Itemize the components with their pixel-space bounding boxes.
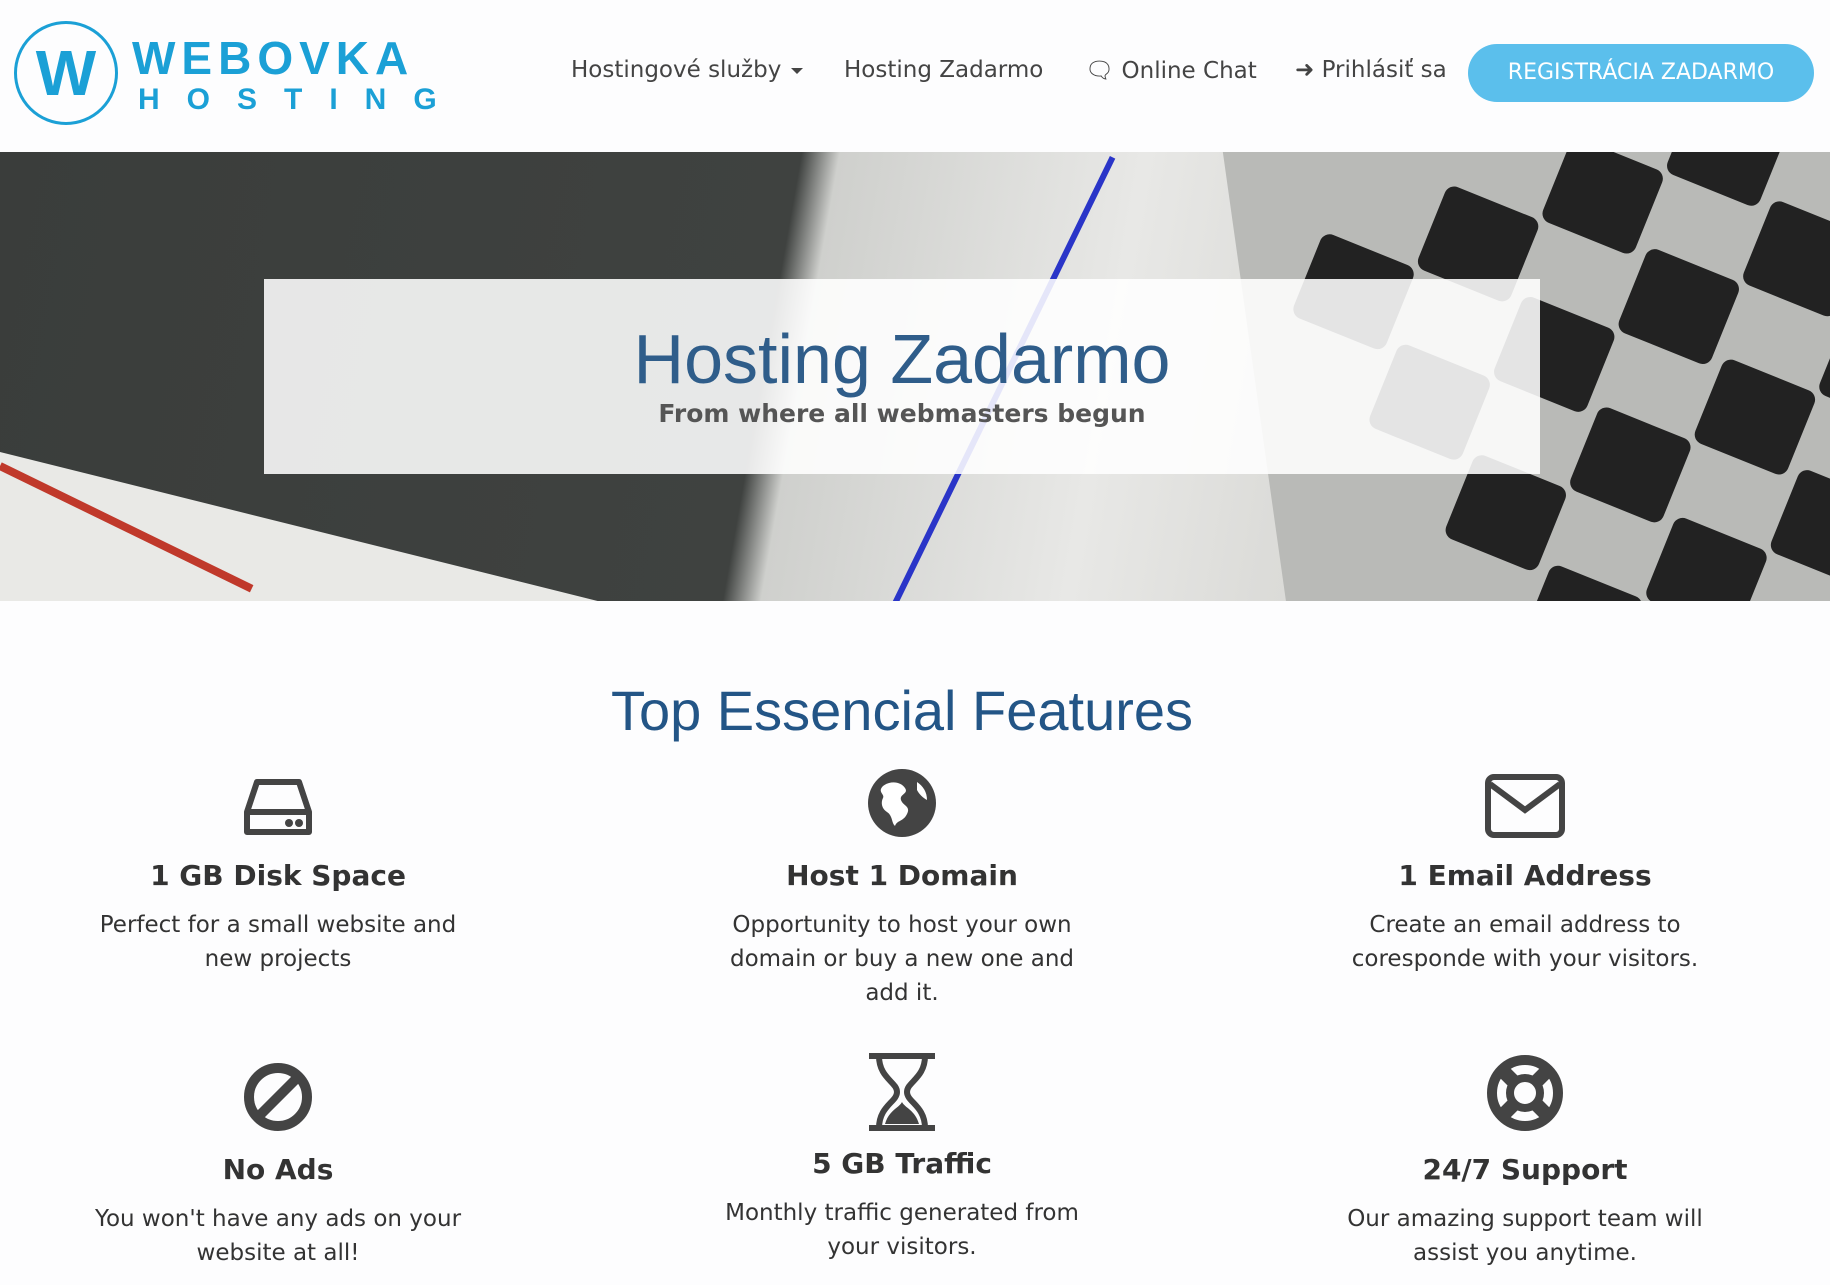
feature-support: 24/7 Support Our amazing support team wi…: [1315, 1055, 1735, 1270]
globe-icon: [692, 764, 1112, 838]
ban-icon: [68, 1058, 488, 1132]
feature-title: Host 1 Domain: [786, 859, 1018, 892]
life-ring-icon: [1315, 1055, 1735, 1132]
nav-online-chat[interactable]: 🗨 Online Chat: [1085, 57, 1257, 84]
nav-prihlasit-sa[interactable]: ➜ Prihlásiť sa: [1295, 57, 1447, 83]
logo-mark: W: [14, 21, 118, 125]
nav-label: Prihlásiť sa: [1321, 57, 1447, 83]
header: W WEBOVKA HOSTING Hostingové služby Host…: [0, 0, 1830, 152]
nav-label: Online Chat: [1121, 58, 1257, 84]
features-title: Top Essencial Features: [610, 679, 1194, 742]
feature-desc: Perfect for a small website and new proj…: [99, 912, 457, 972]
feature-domain: Host 1 Domain Opportunity to host your o…: [692, 764, 1112, 1010]
caret-down-icon: [791, 67, 804, 74]
nav-label: Hostingové služby: [571, 57, 782, 83]
feature-traffic: 5 GB Traffic Monthly traffic generated f…: [692, 1052, 1112, 1264]
hero-image-book: [0, 452, 600, 601]
feature-desc: Opportunity to host your own domain or b…: [729, 912, 1075, 1006]
feature-title: No Ads: [222, 1153, 334, 1186]
logo-text-hosting: HOSTING: [138, 83, 464, 116]
comments-icon: 🗨: [1085, 58, 1122, 84]
logo[interactable]: W WEBOVKA HOSTING: [14, 21, 437, 127]
feature-title: 1 Email Address: [1398, 859, 1652, 892]
feature-title: 1 GB Disk Space: [150, 859, 406, 892]
hard-drive-icon: [68, 764, 488, 838]
hero-title: Hosting Zadarmo: [633, 320, 1171, 398]
feature-desc: Create an email address to coresponde wi…: [1351, 912, 1699, 972]
feature-desc: You won't have any ads on your website a…: [94, 1206, 462, 1266]
nav-hostingove-sluzby[interactable]: Hostingové služby: [571, 57, 804, 83]
hero-overlay: Hosting Zadarmo From where all webmaster…: [264, 279, 1540, 474]
register-button[interactable]: REGISTRÁCIA ZADARMO: [1468, 44, 1814, 102]
nav-label: Hosting Zadarmo: [844, 57, 1044, 83]
nav-hosting-zadarmo[interactable]: Hosting Zadarmo: [844, 57, 1043, 83]
feature-disk-space: 1 GB Disk Space Perfect for a small webs…: [68, 764, 488, 976]
hourglass-icon: [692, 1052, 1112, 1132]
feature-no-ads: No Ads You won't have any ads on your we…: [68, 1058, 488, 1270]
hero-subtitle: From where all webmasters begun: [658, 399, 1146, 428]
feature-desc: Monthly traffic generated from your visi…: [725, 1200, 1079, 1260]
feature-desc: Our amazing support team will assist you…: [1347, 1206, 1703, 1266]
sign-in-icon: ➜: [1295, 57, 1322, 83]
feature-title: 24/7 Support: [1422, 1153, 1628, 1186]
feature-title: 5 GB Traffic: [812, 1147, 992, 1180]
logo-text-webovka: WEBOVKA: [132, 32, 415, 84]
envelope-icon: [1315, 764, 1735, 838]
feature-email: 1 Email Address Create an email address …: [1315, 764, 1735, 976]
